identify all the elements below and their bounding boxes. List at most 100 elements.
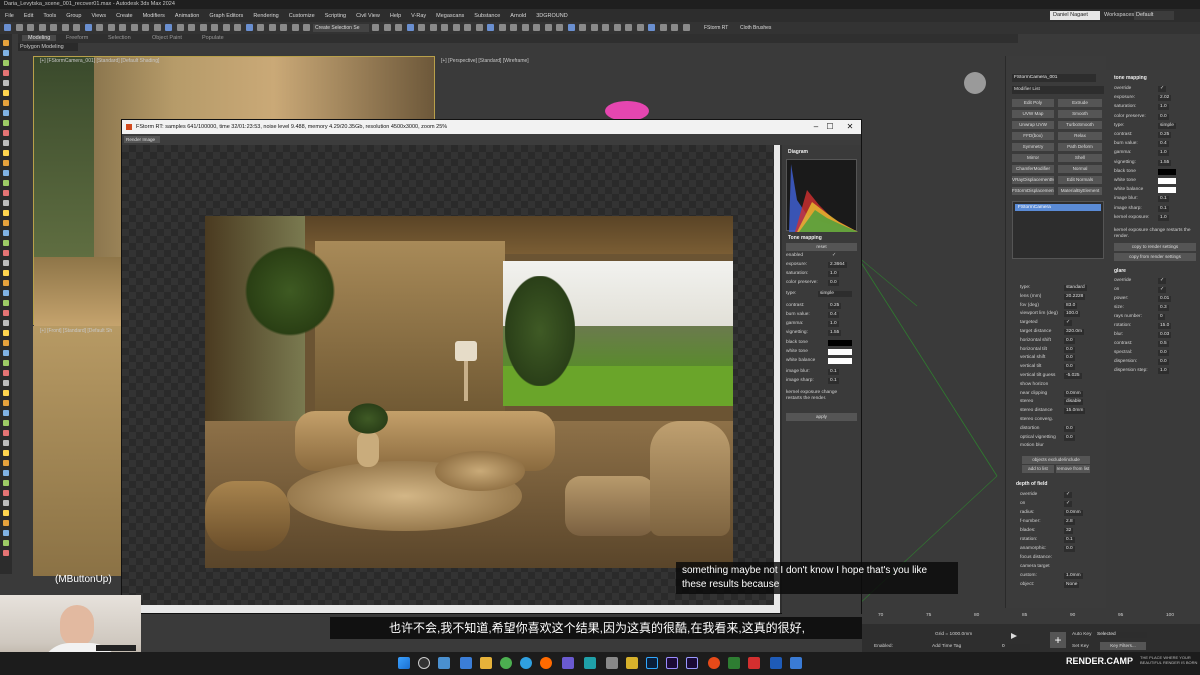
- toolbar-icon[interactable]: [107, 24, 115, 31]
- tool-icon[interactable]: [3, 80, 9, 86]
- toolbar-icon[interactable]: [521, 24, 529, 31]
- tab-object-paint[interactable]: Object Paint: [152, 35, 182, 41]
- selected-dropdown[interactable]: Selected: [1095, 632, 1147, 638]
- toolbar-icon[interactable]: [130, 24, 138, 31]
- tool-icon[interactable]: [3, 60, 9, 66]
- dof-header[interactable]: depth of field: [1016, 481, 1047, 487]
- auto-key-button[interactable]: Auto Key: [1072, 632, 1091, 637]
- tool-icon[interactable]: [3, 180, 9, 186]
- toolbar-icon[interactable]: [245, 24, 253, 31]
- menu-item[interactable]: 3DGROUND: [531, 13, 572, 19]
- toolbar-icon[interactable]: [475, 24, 483, 31]
- white-tone-swatch[interactable]: [828, 349, 852, 355]
- toolbar-icon[interactable]: [153, 24, 161, 31]
- rw-enabled-check[interactable]: ✓: [832, 253, 836, 258]
- camera-field-value[interactable]: 0.0: [1064, 364, 1075, 371]
- tab-modeling[interactable]: Modeling: [22, 35, 57, 41]
- camera-field-value[interactable]: 320.0m: [1064, 329, 1084, 335]
- toolbar-icon[interactable]: [636, 24, 644, 31]
- glare-header[interactable]: glare: [1114, 268, 1126, 274]
- explorer-icon[interactable]: [480, 657, 492, 669]
- tool-icon[interactable]: [3, 380, 9, 386]
- workspace-dropdown[interactable]: Default: [1134, 11, 1174, 20]
- user-account[interactable]: Daniel Nagaet: [1050, 11, 1100, 20]
- photoshop-icon[interactable]: [646, 657, 658, 669]
- tone-field-value[interactable]: 0.4: [1158, 141, 1169, 148]
- toolbar-icon[interactable]: [602, 24, 609, 31]
- camera-field-value[interactable]: 20.2228: [1064, 293, 1086, 300]
- camera-field-value[interactable]: 0.0: [1064, 355, 1075, 362]
- camera-field-value[interactable]: 0.0: [1064, 346, 1075, 353]
- tool-icon[interactable]: [3, 460, 9, 466]
- toolbar-icon[interactable]: [498, 24, 506, 31]
- premiere-icon[interactable]: [666, 657, 678, 669]
- tool-icon[interactable]: [3, 150, 9, 156]
- toolbar-icon[interactable]: [61, 24, 69, 31]
- tool-icon[interactable]: [3, 440, 9, 446]
- tone-field-value[interactable]: simple: [1158, 122, 1176, 129]
- modifier-button[interactable]: Symmetry: [1012, 143, 1054, 151]
- reset-button[interactable]: reset: [786, 243, 857, 251]
- toolbar-icon[interactable]: [510, 24, 517, 31]
- tone-field-value[interactable]: 1.0: [1158, 150, 1169, 157]
- camera-field-value[interactable]: 0.0mm: [1064, 390, 1083, 397]
- maximize-icon[interactable]: ☐: [819, 120, 841, 134]
- modifier-button[interactable]: Edit Poly: [1012, 99, 1054, 107]
- tone-field-value[interactable]: 2.02: [1158, 95, 1172, 102]
- tool-icon[interactable]: [3, 270, 9, 276]
- tool-icon[interactable]: [3, 500, 9, 506]
- selection-set-dropdown[interactable]: Create Selection Se: [313, 24, 369, 32]
- front-viewport[interactable]: [33, 326, 123, 576]
- dof-field-value[interactable]: ✓: [1064, 492, 1073, 498]
- toolbar-icon[interactable]: [268, 24, 276, 31]
- toolbar-icon[interactable]: [211, 24, 218, 31]
- tool-icon[interactable]: [3, 240, 9, 246]
- tab-freeform[interactable]: Freeform: [66, 35, 88, 41]
- tab-selection[interactable]: Selection: [108, 35, 131, 41]
- tool-icon[interactable]: [3, 220, 9, 226]
- tool-icon[interactable]: [3, 390, 9, 396]
- frame-field[interactable]: 0: [1000, 644, 1030, 650]
- camera-field-value[interactable]: ✓: [1064, 320, 1073, 327]
- tool-icon[interactable]: [3, 370, 9, 376]
- menu-item[interactable]: Help: [385, 13, 406, 19]
- camera-field-value[interactable]: standard: [1064, 285, 1087, 291]
- tool-icon[interactable]: [3, 70, 9, 76]
- modifier-button[interactable]: TurboSmooth: [1058, 121, 1102, 129]
- toolbar-icon[interactable]: [176, 24, 184, 31]
- tool-icon[interactable]: [3, 40, 9, 46]
- toolbar-icon[interactable]: [165, 24, 172, 31]
- toolbar-icon[interactable]: [257, 24, 264, 31]
- tool-icon[interactable]: [3, 200, 9, 206]
- copy-to-render-settings-button[interactable]: copy to render settings: [1114, 243, 1196, 251]
- glare-field-value[interactable]: 15.0: [1158, 323, 1172, 329]
- rw-exposure-value[interactable]: 2.3664: [828, 262, 847, 268]
- toolbar-icon[interactable]: [4, 24, 11, 31]
- toolbar-icon[interactable]: [395, 24, 402, 31]
- tool-icon[interactable]: [3, 530, 9, 536]
- camera-field-value[interactable]: 83.0: [1064, 302, 1078, 309]
- toolbar-icon[interactable]: [291, 24, 299, 31]
- camera-field-value[interactable]: disable: [1064, 399, 1084, 406]
- render-image-dropdown[interactable]: Render Image: [124, 136, 160, 143]
- modifier-button[interactable]: Smooth: [1058, 110, 1102, 118]
- glare-field-value[interactable]: 0.03: [1158, 332, 1172, 338]
- tone-panel-header[interactable]: tone mapping: [1114, 75, 1147, 81]
- tool-icon[interactable]: [3, 330, 9, 336]
- remove-from-list-button[interactable]: remove from list: [1056, 465, 1090, 473]
- tool-icon[interactable]: [3, 480, 9, 486]
- viewport-label-camera[interactable]: [+] [FStormCamera_001] [Standard] [Defau…: [40, 58, 159, 64]
- menu-item[interactable]: Animation: [170, 13, 204, 19]
- modifier-button[interactable]: Normal: [1058, 165, 1102, 173]
- dof-field-value[interactable]: 0.0mm: [1064, 510, 1083, 516]
- menu-item[interactable]: Megascans: [431, 13, 469, 19]
- object-name-field[interactable]: FStormCamera_001: [1012, 74, 1096, 82]
- toolbar-icon[interactable]: [613, 24, 621, 31]
- tool-icon[interactable]: [3, 350, 9, 356]
- search-icon[interactable]: [418, 657, 430, 669]
- tone-field-value[interactable]: 0.0: [1158, 113, 1169, 120]
- tone-field-value[interactable]: 0.1: [1158, 196, 1169, 203]
- menu-item[interactable]: Views: [87, 13, 112, 19]
- rw-color-preserve-value[interactable]: 0.0: [828, 280, 839, 286]
- tool-icon[interactable]: [3, 550, 9, 556]
